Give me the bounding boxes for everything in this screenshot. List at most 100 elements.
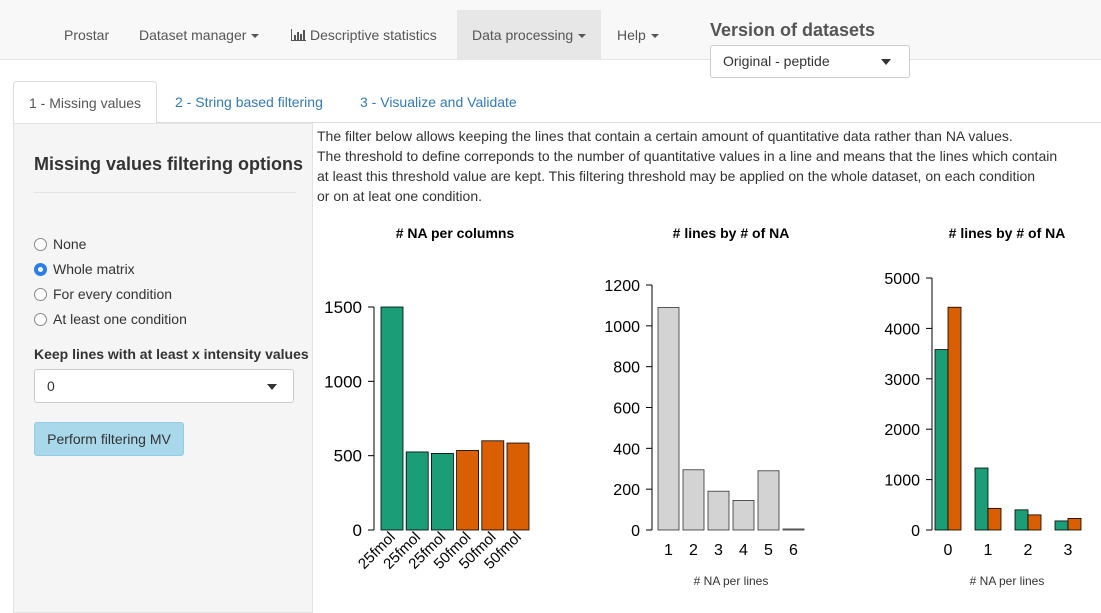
bar [1067, 518, 1082, 531]
radio-label: None [53, 236, 87, 252]
radio-label: At least one condition [53, 311, 187, 327]
y-tick-label: 200 [613, 482, 640, 499]
chart-x-axis-label: # NA per lines [970, 574, 1045, 588]
y-tick-label: 600 [613, 401, 640, 418]
chart-x-axis-label: # NA per lines [694, 574, 769, 588]
bar [431, 453, 454, 531]
bar [947, 306, 962, 531]
y-tick-label: 1000 [884, 473, 920, 490]
nav-data-processing[interactable]: Data processing [457, 10, 602, 60]
description-line: The threshold to define correponds to th… [317, 148, 1058, 164]
bar [1027, 514, 1042, 531]
keep-lines-value: 0 [47, 378, 55, 394]
y-tick-label: 5000 [884, 271, 920, 288]
radio-option-every-condition[interactable]: For every condition [34, 284, 172, 304]
y-tick-label: 4000 [884, 321, 920, 338]
y-tick-label: 0 [631, 523, 640, 540]
y-tick-label: 800 [613, 360, 640, 377]
x-tick-label: 4 [739, 542, 748, 559]
y-tick-label: 500 [334, 447, 362, 466]
version-title: Version of datasets [710, 20, 876, 40]
x-tick-label: 2 [1024, 542, 1033, 559]
sidebar-panel: Missing values filtering options None Wh… [13, 123, 313, 613]
nav-prostar[interactable]: Prostar [49, 10, 124, 60]
bar [481, 440, 505, 531]
y-tick-label: 0 [353, 521, 362, 540]
bar [1054, 520, 1069, 531]
nav-dataset-manager-label: Dataset manager [139, 27, 247, 43]
x-tick-label: 0 [944, 542, 953, 559]
x-tick-label: 5 [764, 542, 773, 559]
chevron-down-icon [650, 34, 659, 39]
keep-lines-label: Keep lines with at least x intensity val… [34, 346, 309, 362]
chart-na-per-columns: # NA per columns 05001000150025fmol25fmo… [324, 225, 530, 573]
tab-visualize-and-validate[interactable]: 3 - Visualize and Validate [345, 81, 532, 123]
version-select[interactable]: Original - peptide [710, 45, 910, 78]
x-tick-label: 3 [1064, 542, 1073, 559]
chart-title: # NA per columns [396, 225, 515, 241]
bar [657, 307, 680, 531]
bar [732, 499, 755, 531]
radio-label: Whole matrix [53, 261, 135, 277]
radio-button[interactable] [34, 313, 47, 326]
bar [934, 349, 949, 531]
x-tick-label: 3 [714, 542, 723, 559]
divider [34, 192, 296, 193]
x-tick-label: 1 [664, 542, 673, 559]
nav-help-label: Help [617, 27, 646, 43]
navbar: Prostar Dataset manager Descriptive stat… [0, 0, 1101, 60]
nav-prostar-label: Prostar [64, 27, 110, 43]
y-tick-label: 1500 [324, 298, 362, 317]
radio-option-none[interactable]: None [34, 234, 86, 254]
nav-data-processing-label: Data processing [472, 27, 574, 43]
tab-string-based-filtering[interactable]: 2 - String based filtering [160, 81, 338, 123]
bar [782, 528, 805, 531]
description-line: or on at leat one condition. [317, 188, 483, 204]
chart-title: # lines by # of NA [673, 225, 790, 241]
x-tick-label: 1 [984, 542, 993, 559]
radio-label: For every condition [53, 286, 173, 302]
bar [405, 451, 429, 531]
chevron-down-icon [251, 34, 260, 39]
bar [974, 467, 989, 531]
keep-lines-select[interactable]: 0 [34, 369, 294, 403]
radio-button-checked[interactable] [34, 263, 47, 276]
chevron-down-icon [267, 384, 277, 390]
chart-title: # lines by # of NA [949, 225, 1066, 241]
description-line: at least this threshold value are kept. … [317, 168, 1036, 184]
nav-help[interactable]: Help [602, 10, 674, 60]
y-tick-label: 1200 [604, 278, 640, 295]
radio-button[interactable] [34, 238, 47, 251]
nav-descriptive-statistics-label: Descriptive statistics [310, 27, 437, 43]
radio-button[interactable] [34, 288, 47, 301]
y-tick-label: 1000 [604, 319, 640, 336]
radio-option-whole-matrix[interactable]: Whole matrix [34, 259, 135, 279]
chart-lines-by-na: # lines by # of NA # NA per lines 0 200 40… [604, 225, 805, 588]
y-tick-label: 2000 [884, 422, 920, 439]
perform-filtering-button[interactable]: Perform filtering MV [34, 422, 184, 456]
bar [506, 442, 530, 531]
y-tick-label: 3000 [884, 372, 920, 389]
version-select-value: Original - peptide [723, 53, 830, 69]
bar [456, 450, 480, 531]
bar-chart-icon [291, 29, 306, 41]
tab-missing-values[interactable]: 1 - Missing values [13, 81, 158, 124]
bar [987, 507, 1002, 531]
bar [682, 469, 705, 531]
nav-dataset-manager[interactable]: Dataset manager [124, 10, 274, 60]
bar [380, 306, 404, 531]
filter-description: The filter below allows keeping the line… [317, 126, 1087, 206]
tab-bar: 1 - Missing values 2 - String based filt… [13, 81, 1101, 124]
nav-descriptive-statistics[interactable]: Descriptive statistics [276, 10, 452, 60]
y-tick-label: 0 [911, 523, 920, 540]
bar [757, 470, 780, 531]
bar [707, 490, 730, 531]
chart-lines-by-na-condition: # lines by # of NA # NA per lines 0 1000 2… [884, 225, 1082, 588]
y-tick-label: 1000 [324, 372, 362, 391]
x-tick-label: 6 [789, 542, 798, 559]
sidebar-title: Missing values filtering options [34, 154, 304, 174]
x-tick-label: 2 [689, 542, 698, 559]
description-line: The filter below allows keeping the line… [317, 128, 1013, 144]
chevron-down-icon [578, 34, 587, 39]
radio-option-at-least-one-condition[interactable]: At least one condition [34, 309, 187, 329]
